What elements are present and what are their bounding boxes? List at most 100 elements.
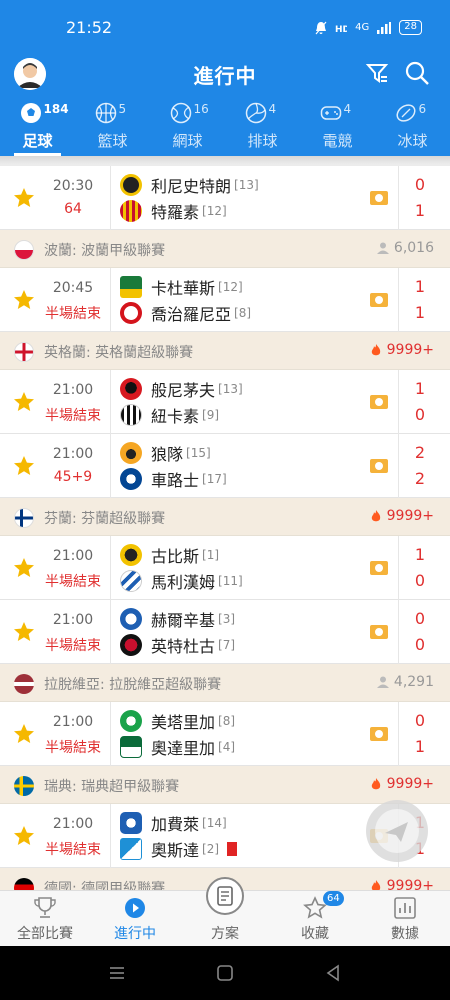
nav-plans[interactable]: 方案 <box>180 877 270 946</box>
home-icon[interactable] <box>216 964 234 982</box>
nav-label: 方案 <box>211 926 239 942</box>
team-name: 喬治羅尼亞 <box>151 305 232 324</box>
league-heat: 6,016 <box>393 240 434 256</box>
favorites-badge: 64 <box>323 891 344 906</box>
match-row[interactable]: 20:45 半場結束 卡杜華斯 [12] 喬治羅尼亞 [8] 1 1 <box>0 268 450 332</box>
team-name: 美塔里加 <box>151 713 216 732</box>
divider <box>110 702 111 766</box>
odds-icon[interactable] <box>370 395 388 409</box>
favorite-star-icon[interactable] <box>12 288 36 312</box>
team-rank: [9] <box>202 408 220 422</box>
team-name: 加費萊 <box>151 815 200 834</box>
home-score: 0 <box>414 175 426 194</box>
home-score: 0 <box>414 711 426 730</box>
tab-label: 電競 <box>322 132 353 150</box>
home-score: 1 <box>414 545 426 564</box>
menu-icon[interactable] <box>108 964 126 982</box>
odds-icon[interactable] <box>370 727 388 741</box>
league-heat: 9999+ <box>386 878 434 890</box>
tab-volleyball[interactable]: 4 排球 <box>225 100 300 156</box>
divider <box>110 536 111 600</box>
plane-icon <box>375 809 419 853</box>
filter-icon[interactable] <box>364 60 390 86</box>
league-header[interactable]: 瑞典: 瑞典超甲級聯賽 9999+ <box>0 766 450 804</box>
sweden-flag-icon <box>14 776 34 796</box>
match-row[interactable]: 21:00 半場結束 古比斯 [1] 馬利漢姆 [11] 1 0 <box>0 536 450 600</box>
floating-action-button[interactable] <box>366 800 428 862</box>
team-logo <box>120 570 142 592</box>
team-logo <box>120 404 142 426</box>
team-name: 特羅素 <box>151 203 200 222</box>
match-row[interactable]: 20:30 64 利尼史特朗 [13] 特羅素 [12] 0 1 <box>0 166 450 230</box>
team-rank: [11] <box>218 574 243 588</box>
team-logo <box>120 174 142 196</box>
team-logo <box>120 378 142 400</box>
search-icon[interactable] <box>404 60 430 86</box>
tab-hockey[interactable]: 6 冰球 <box>375 100 450 156</box>
tab-soccer[interactable]: 184 足球 <box>0 100 75 156</box>
favorite-star-icon[interactable] <box>12 824 36 848</box>
odds-icon[interactable] <box>370 625 388 639</box>
team-rank: [1] <box>202 548 220 562</box>
odds-icon[interactable] <box>370 293 388 307</box>
nav-favorites[interactable]: 64 收藏 <box>270 891 360 946</box>
league-followers: 6,016 <box>376 240 434 256</box>
team-name: 奧達里加 <box>151 739 216 758</box>
away-team: 車路士 [17] <box>120 467 227 491</box>
tab-esports[interactable]: 4 電競 <box>300 100 375 156</box>
team-name: 車路士 <box>151 471 200 490</box>
match-status: 半場結束 <box>45 408 101 424</box>
team-rank: [14] <box>202 816 227 830</box>
home-team: 美塔里加 [8] <box>120 709 235 733</box>
tab-label: 冰球 <box>397 132 428 150</box>
tab-basketball[interactable]: 5 籃球 <box>75 100 150 156</box>
league-header[interactable]: 芬蘭: 芬蘭超級聯賽 9999+ <box>0 498 450 536</box>
odds-icon[interactable] <box>370 459 388 473</box>
away-team: 喬治羅尼亞 [8] <box>120 301 251 325</box>
home-team: 加費萊 [14] <box>120 811 227 835</box>
tab-label: 足球 <box>22 132 53 150</box>
nav-data[interactable]: 數據 <box>360 891 450 946</box>
nav-label: 數據 <box>391 926 419 942</box>
match-row[interactable]: 21:00 半場結束 美塔里加 [8] 奧達里加 [4] 0 1 <box>0 702 450 766</box>
home-score: 0 <box>414 609 426 628</box>
odds-icon[interactable] <box>370 191 388 205</box>
nav-live[interactable]: 進行中 <box>90 891 180 946</box>
match-time: 21:00 <box>52 816 94 832</box>
tab-count: 16 <box>193 102 209 116</box>
match-list[interactable]: 20:30 64 利尼史特朗 [13] 特羅素 [12] 0 1 波蘭: 波蘭甲… <box>0 156 450 890</box>
away-score: 1 <box>414 737 426 756</box>
favorite-star-icon[interactable] <box>12 390 36 414</box>
back-icon[interactable] <box>324 964 342 982</box>
league-heat: 9999+ <box>386 776 434 792</box>
match-row[interactable]: 21:00 半場結束 般尼茅夫 [13] 紐卡素 [9] 1 0 <box>0 370 450 434</box>
favorite-star-icon[interactable] <box>12 186 36 210</box>
plans-center-button[interactable] <box>206 877 244 915</box>
favorite-star-icon[interactable] <box>12 556 36 580</box>
odds-icon[interactable] <box>370 561 388 575</box>
match-row[interactable]: 21:00 半場結束 赫爾辛基 [3] 英特杜古 [7] 0 0 <box>0 600 450 664</box>
match-status: 半場結束 <box>45 574 101 590</box>
home-team: 狼隊 [15] <box>120 441 211 465</box>
match-time: 21:00 <box>52 446 94 462</box>
nav-label: 進行中 <box>114 926 156 942</box>
league-header[interactable]: 拉脫維亞: 拉脫維亞超級聯賽 4,291 <box>0 664 450 702</box>
league-header[interactable]: 波蘭: 波蘭甲級聯賽 6,016 <box>0 230 450 268</box>
tab-count: 4 <box>268 102 277 116</box>
team-logo <box>120 468 142 490</box>
league-name: 拉脫維亞: 拉脫維亞超級聯賽 <box>44 677 222 693</box>
away-team: 馬利漢姆 [11] <box>120 569 243 593</box>
team-logo <box>120 302 142 324</box>
match-row[interactable]: 21:00 45+9 狼隊 [15] 車路士 [17] 2 2 <box>0 434 450 498</box>
england-flag-icon <box>14 342 34 362</box>
tab-tennis[interactable]: 16 網球 <box>150 100 225 156</box>
league-header[interactable]: 英格蘭: 英格蘭超級聯賽 9999+ <box>0 332 450 370</box>
divider <box>110 268 111 332</box>
favorite-star-icon[interactable] <box>12 722 36 746</box>
team-rank: [8] <box>234 306 252 320</box>
nav-all-matches[interactable]: 全部比賽 <box>0 891 90 946</box>
favorite-star-icon[interactable] <box>12 620 36 644</box>
league-name: 英格蘭: 英格蘭超級聯賽 <box>44 345 194 361</box>
bottom-nav: 全部比賽 進行中 方案 64 收藏 數據 <box>0 877 450 946</box>
favorite-star-icon[interactable] <box>12 454 36 478</box>
